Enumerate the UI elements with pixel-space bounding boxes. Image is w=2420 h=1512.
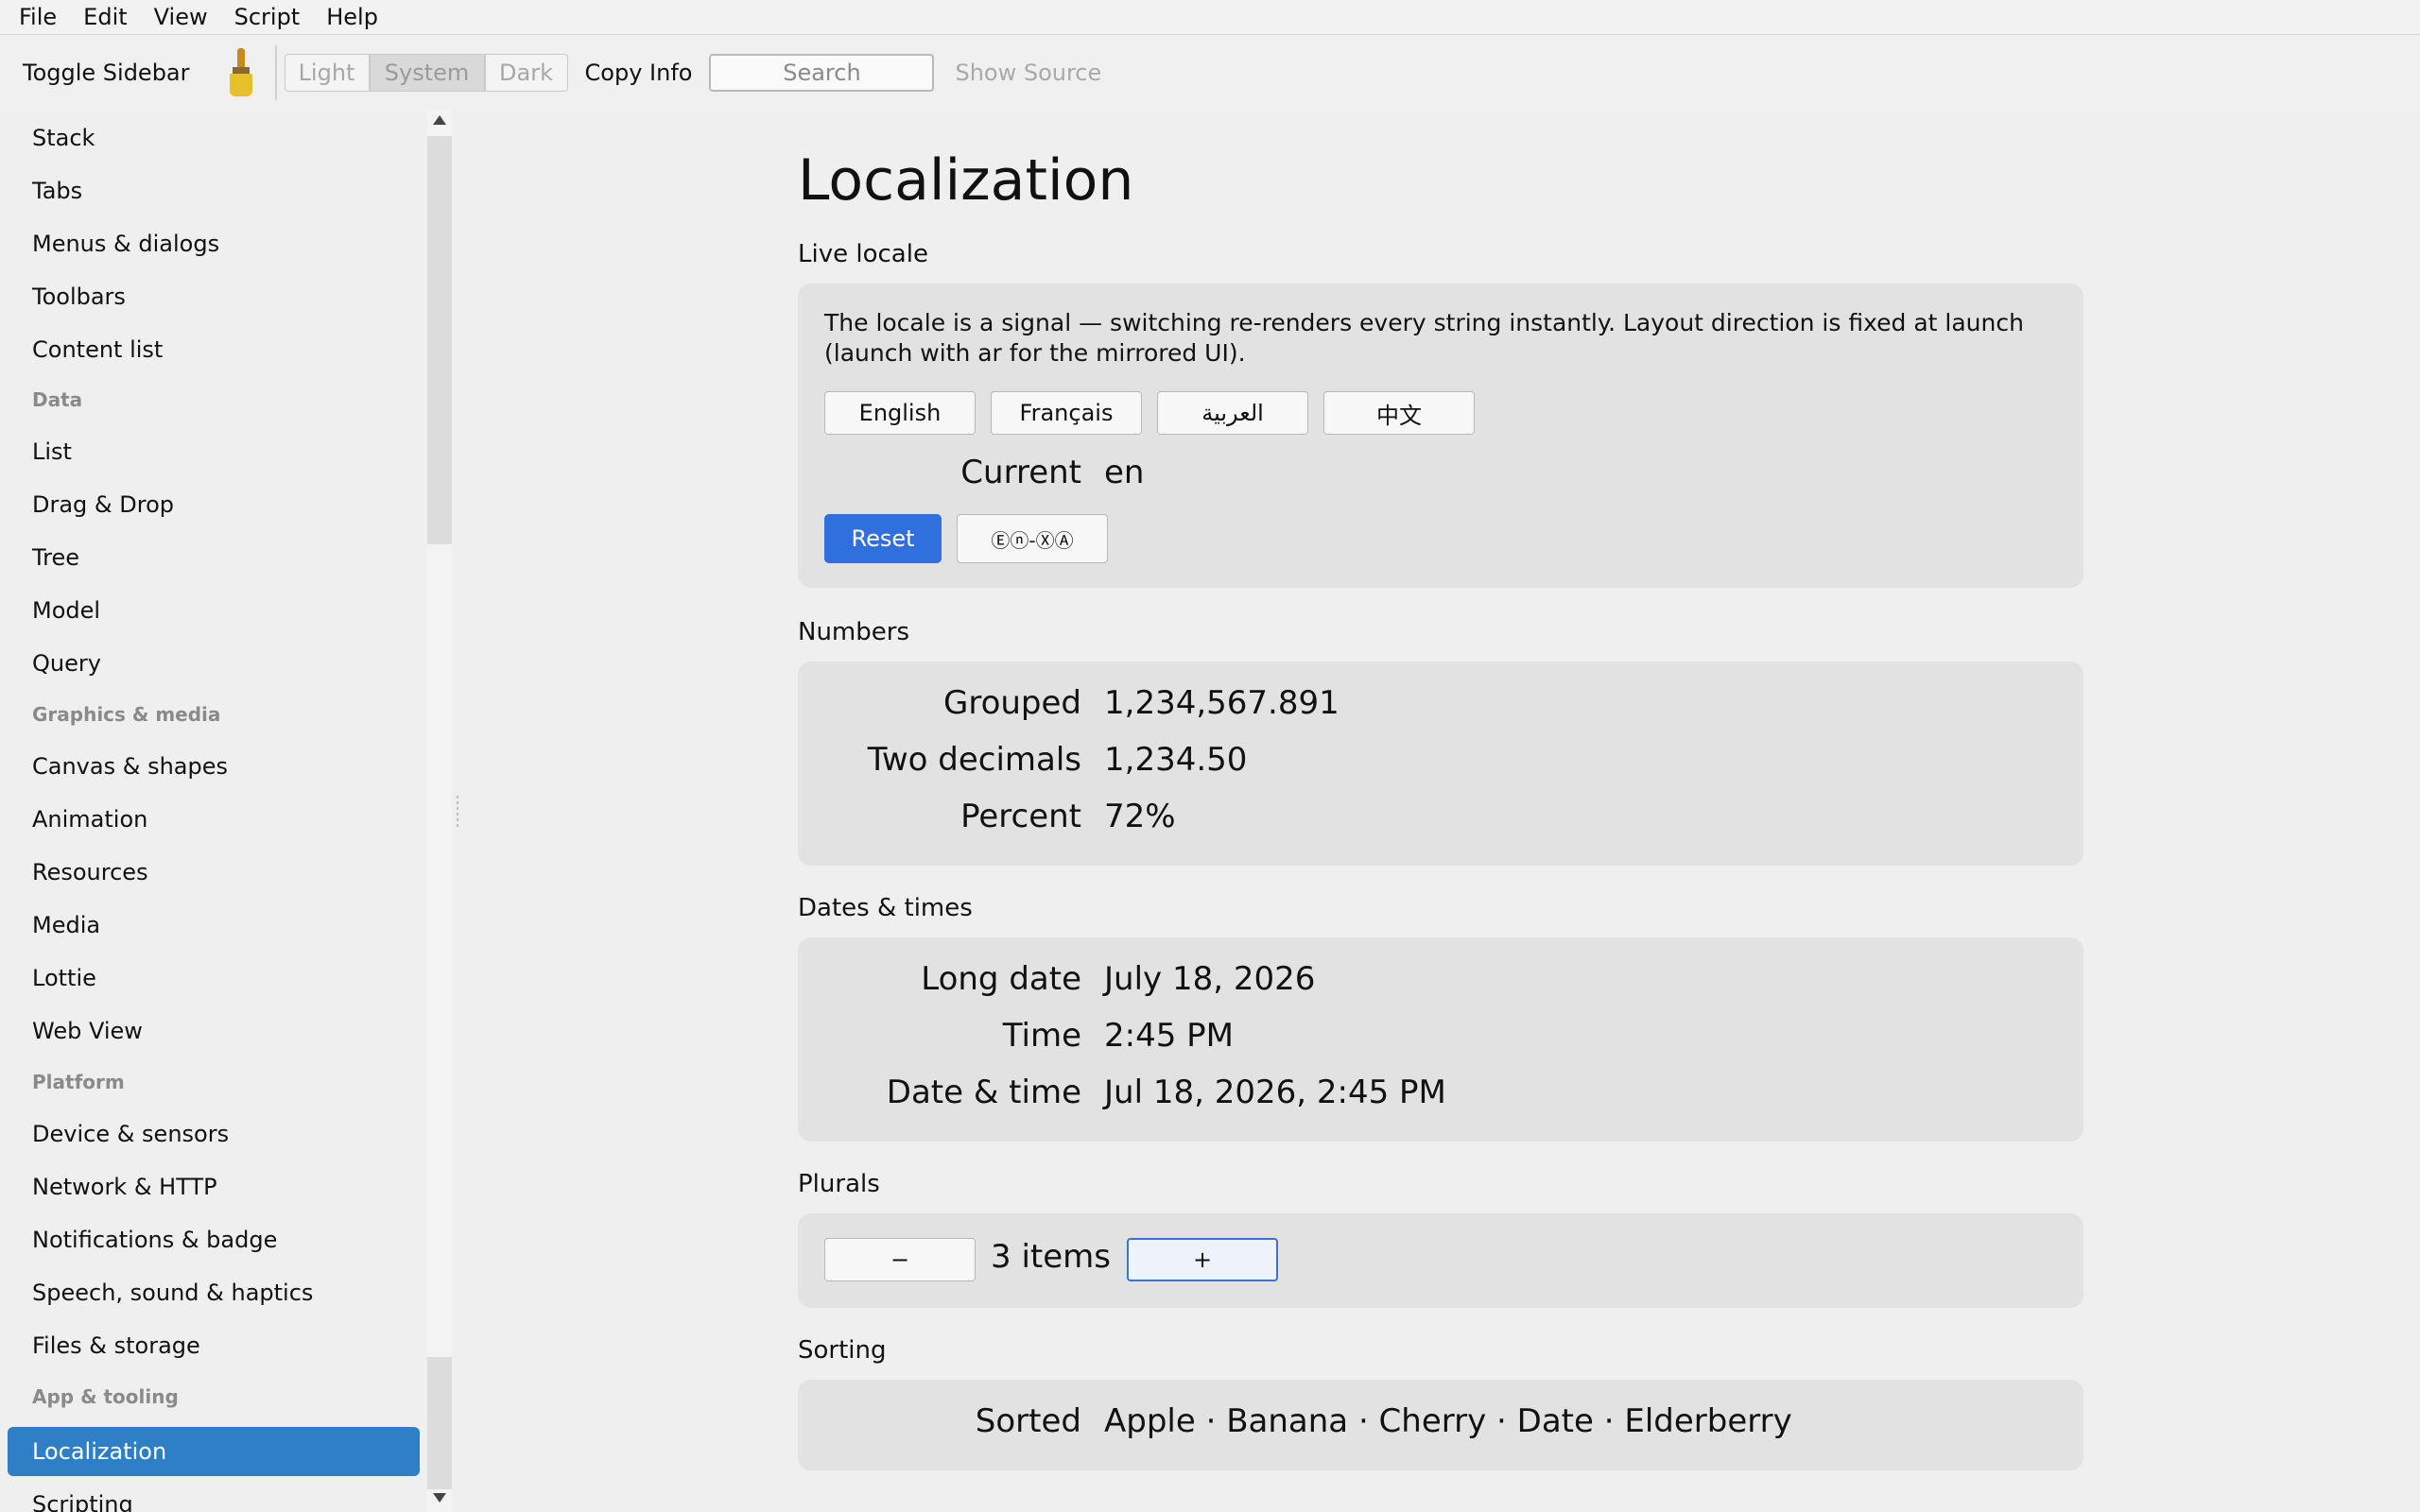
long-date-label: Long date xyxy=(921,960,1081,998)
sidebar-item-lottie[interactable]: Lottie xyxy=(8,954,420,1003)
scroll-up-arrow-icon[interactable] xyxy=(433,115,446,125)
sidebar-section-graphics: Graphics & media xyxy=(32,703,221,726)
main-content: Localization Live locale The locale is a… xyxy=(798,110,2083,1512)
theme-segmented-control: Light System Dark xyxy=(284,53,568,92)
sidebar-item-model[interactable]: Model xyxy=(8,586,420,635)
sidebar-item-list[interactable]: List xyxy=(8,427,420,476)
sidebar-item-canvas-shapes[interactable]: Canvas & shapes xyxy=(8,742,420,791)
toolbar: Toggle Sidebar Light System Dark Copy In… xyxy=(0,35,2420,110)
sidebar-section-platform: Platform xyxy=(32,1071,125,1093)
percent-label: Percent xyxy=(960,798,1081,835)
section-live-locale-label: Live locale xyxy=(798,240,928,268)
sorted-label: Sorted xyxy=(975,1402,1081,1440)
theme-dark-button[interactable]: Dark xyxy=(484,53,568,92)
current-locale-label: Current xyxy=(960,454,1081,491)
toolbar-divider xyxy=(274,44,277,100)
grouped-label: Grouped xyxy=(942,684,1081,722)
sidebar-item-files-storage[interactable]: Files & storage xyxy=(8,1321,420,1370)
time-value: 2:45 PM xyxy=(1104,1017,1234,1055)
sidebar-item-resources[interactable]: Resources xyxy=(8,848,420,897)
page-title: Localization xyxy=(798,147,1134,214)
sidebar-item-toolbars[interactable]: Toolbars xyxy=(8,272,420,321)
toggle-sidebar-button[interactable]: Toggle Sidebar xyxy=(23,60,190,86)
date-time-value: Jul 18, 2026, 2:45 PM xyxy=(1104,1074,1446,1111)
menu-edit[interactable]: Edit xyxy=(64,4,140,30)
show-source-button[interactable]: Show Source xyxy=(955,60,1101,86)
language-chinese-button[interactable]: 中文 xyxy=(1323,391,1475,435)
sidebar-item-media[interactable]: Media xyxy=(8,901,420,950)
language-french-button[interactable]: Français xyxy=(991,391,1142,435)
sidebar-scrollbar-thumb[interactable] xyxy=(427,136,452,544)
sidebar-item-animation[interactable]: Animation xyxy=(8,795,420,844)
live-locale-card: The locale is a signal — switching re-re… xyxy=(798,284,2083,588)
sorting-card: Sorted Apple · Banana · Cherry · Date · … xyxy=(798,1380,2083,1470)
numbers-card: Grouped 1,234,567.891 Two decimals 1,234… xyxy=(798,662,2083,866)
sidebar-item-device-sensors[interactable]: Device & sensors xyxy=(8,1109,420,1159)
date-time-label: Date & time xyxy=(886,1074,1081,1111)
pseudo-locale-button[interactable]: Ⓔⓝ-ⓍⒶ xyxy=(957,514,1108,563)
long-date-value: July 18, 2026 xyxy=(1104,960,1316,998)
current-locale-value: en xyxy=(1104,454,1145,491)
theme-system-button[interactable]: System xyxy=(369,53,485,92)
sidebar-item-menus-dialogs[interactable]: Menus & dialogs xyxy=(8,219,420,268)
sidebar-scrollbar-lower-track xyxy=(427,1357,452,1489)
section-dates-label: Dates & times xyxy=(798,894,973,922)
theme-light-button[interactable]: Light xyxy=(284,53,370,92)
paintbrush-icon[interactable] xyxy=(224,47,258,97)
reset-button[interactable]: Reset xyxy=(824,514,942,563)
grouped-value: 1,234,567.891 xyxy=(1104,684,1340,722)
menu-script[interactable]: Script xyxy=(216,4,314,30)
sidebar-item-web-view[interactable]: Web View xyxy=(8,1006,420,1056)
copy-info-button[interactable]: Copy Info xyxy=(585,60,693,86)
percent-value: 72% xyxy=(1104,798,1176,835)
two-decimals-value: 1,234.50 xyxy=(1104,741,1248,779)
increment-button[interactable]: + xyxy=(1127,1238,1278,1281)
menu-view[interactable]: View xyxy=(135,4,221,30)
section-numbers-label: Numbers xyxy=(798,618,909,646)
time-label: Time xyxy=(1002,1017,1081,1055)
plural-count-text: 3 items xyxy=(991,1238,1111,1276)
sidebar-item-network-http[interactable]: Network & HTTP xyxy=(8,1162,420,1211)
decrement-button[interactable]: − xyxy=(824,1238,976,1281)
two-decimals-label: Two decimals xyxy=(867,741,1081,779)
sidebar-item-drag-drop[interactable]: Drag & Drop xyxy=(8,480,420,529)
search-input[interactable]: Search xyxy=(709,53,935,92)
sidebar-item-tabs[interactable]: Tabs xyxy=(8,166,420,215)
sidebar: Stack Tabs Menus & dialogs Toolbars Cont… xyxy=(0,110,427,1512)
sidebar-item-stack[interactable]: Stack xyxy=(8,113,420,163)
menu-bar: File Edit View Script Help xyxy=(0,0,2420,35)
sorted-value: Apple · Banana · Cherry · Date · Elderbe… xyxy=(1104,1402,1792,1440)
scroll-down-arrow-icon[interactable] xyxy=(433,1493,446,1503)
language-arabic-button[interactable]: العربية xyxy=(1157,391,1308,435)
sidebar-item-scripting[interactable]: Scripting xyxy=(8,1480,420,1512)
menu-help[interactable]: Help xyxy=(307,4,391,30)
sidebar-item-localization[interactable]: Localization xyxy=(8,1427,420,1476)
language-english-button[interactable]: English xyxy=(824,391,976,435)
sidebar-item-content-list[interactable]: Content list xyxy=(8,325,420,374)
sidebar-section-data: Data xyxy=(32,388,83,411)
section-sorting-label: Sorting xyxy=(798,1336,887,1365)
live-locale-description: The locale is a signal — switching re-re… xyxy=(824,309,2024,367)
sidebar-item-notifications-badge[interactable]: Notifications & badge xyxy=(8,1215,420,1264)
split-resize-handle[interactable] xyxy=(457,796,458,828)
menu-file[interactable]: File xyxy=(0,4,70,30)
sidebar-section-app-tooling: App & tooling xyxy=(32,1385,179,1408)
plurals-card: − 3 items + xyxy=(798,1213,2083,1308)
dates-card: Long date July 18, 2026 Time 2:45 PM Dat… xyxy=(798,937,2083,1142)
sidebar-item-tree[interactable]: Tree xyxy=(8,533,420,582)
sidebar-item-speech-sound-haptics[interactable]: Speech, sound & haptics xyxy=(8,1268,420,1317)
section-plurals-label: Plurals xyxy=(798,1170,880,1198)
sidebar-item-query[interactable]: Query xyxy=(8,639,420,688)
